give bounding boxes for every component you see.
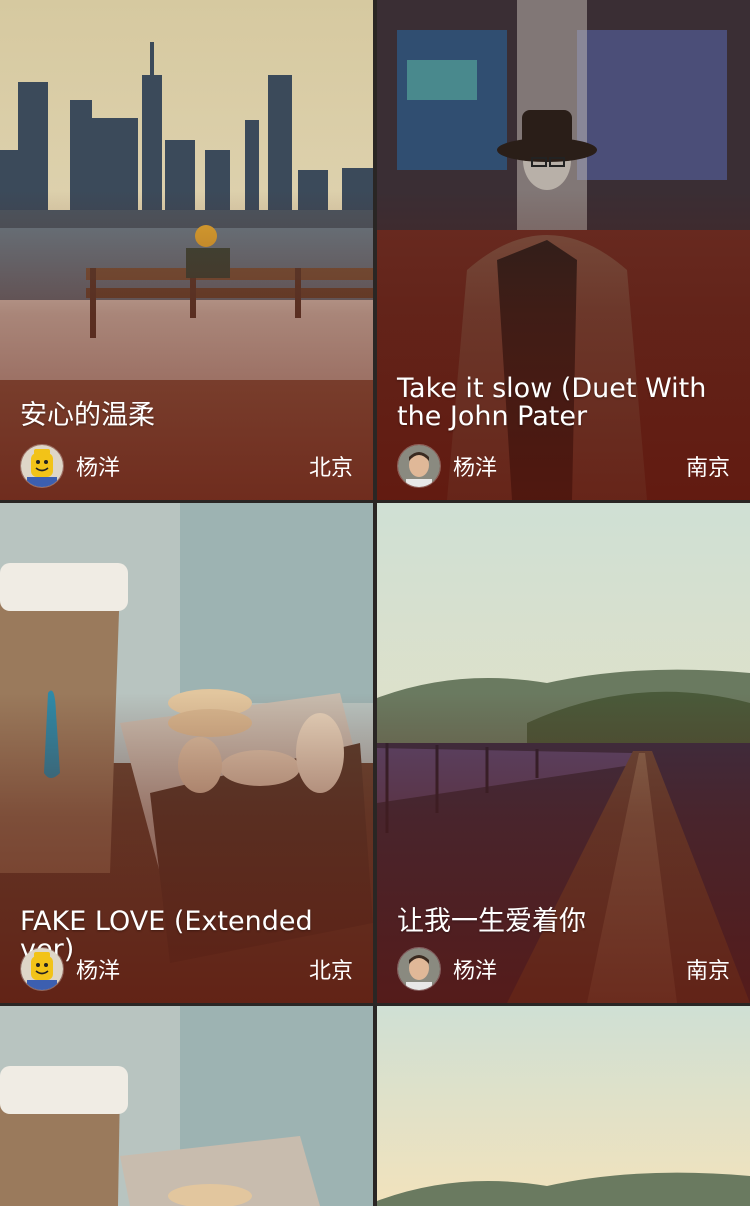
card-title: Take it slow (Duet With the John Pater (397, 373, 707, 432)
feed-card[interactable]: 安心的温柔 杨洋 北京 (0, 0, 373, 500)
city-label: 北京 (308, 959, 353, 984)
card-meta: 杨洋 北京 (20, 947, 353, 991)
feed-grid: 安心的温柔 杨洋 北京 Take it slow (Duet With the … (0, 0, 750, 1206)
author-name: 杨洋 (76, 959, 121, 984)
card-meta: 杨洋 北京 (20, 444, 353, 488)
card-meta: 杨洋 南京 (397, 947, 730, 991)
lego-avatar[interactable] (20, 947, 64, 991)
lego-avatar[interactable] (20, 444, 64, 488)
author-name: 杨洋 (453, 959, 498, 984)
card-image-coffee (0, 1006, 373, 1206)
author-name: 杨洋 (76, 456, 121, 481)
feed-card[interactable] (0, 1006, 373, 1206)
man-photo-avatar[interactable] (397, 947, 441, 991)
city-label: 北京 (308, 456, 353, 481)
city-label: 南京 (685, 959, 730, 984)
card-title: 安心的温柔 (20, 400, 155, 431)
man-photo-avatar[interactable] (397, 444, 441, 488)
feed-card[interactable]: Take it slow (Duet With the John Pater 杨… (377, 0, 750, 500)
card-image-railway (377, 1006, 750, 1206)
card-meta: 杨洋 南京 (397, 444, 730, 488)
author-name: 杨洋 (453, 456, 498, 481)
feed-card[interactable]: 让我一生爱着你 杨洋 南京 (377, 503, 750, 1003)
city-label: 南京 (685, 456, 730, 481)
feed-card[interactable] (377, 1006, 750, 1206)
feed-card[interactable]: FAKE LOVE (Extended ver) 杨洋 北京 (0, 503, 373, 1003)
card-title: 让我一生爱着你 (397, 906, 586, 937)
